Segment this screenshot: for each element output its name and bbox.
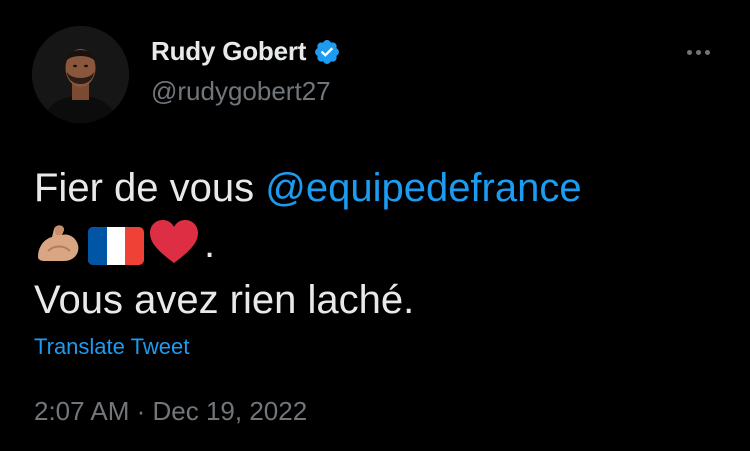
tweet-line-1: Fier de vous @equipedefrance (34, 160, 714, 216)
dot (695, 49, 701, 55)
author-name-row[interactable]: Rudy Gobert (151, 36, 341, 67)
tweet-text-before-mention: Fier de vous (34, 166, 266, 210)
flag-france-icon (88, 227, 144, 265)
tweet-line-3: Vous avez rien laché. (34, 278, 415, 322)
timestamp-separator: · (129, 396, 153, 426)
translate-tweet-link[interactable]: Translate Tweet (34, 334, 189, 360)
emoji-suffix: . (204, 222, 216, 266)
dot (704, 49, 710, 55)
avatar[interactable] (32, 26, 129, 123)
verified-badge-icon (315, 39, 340, 64)
tweet-date[interactable]: Dec 19, 2022 (153, 396, 308, 426)
flexed-biceps-icon (38, 225, 79, 261)
more-options-icon[interactable] (678, 40, 718, 64)
mention-link[interactable]: @equipedefrance (265, 166, 581, 210)
author-name[interactable]: Rudy Gobert (151, 36, 306, 67)
tweet-line-2: . (34, 216, 714, 272)
dot (686, 49, 692, 55)
tweet-time[interactable]: 2:07 AM (34, 396, 129, 426)
red-heart-icon (150, 220, 198, 263)
tweet-timestamp[interactable]: 2:07 AM · Dec 19, 2022 (34, 396, 307, 427)
tweet-text: Fier de vous @equipedefrance . Vous avez… (34, 160, 714, 328)
author-handle[interactable]: @rudygobert27 (151, 76, 331, 107)
